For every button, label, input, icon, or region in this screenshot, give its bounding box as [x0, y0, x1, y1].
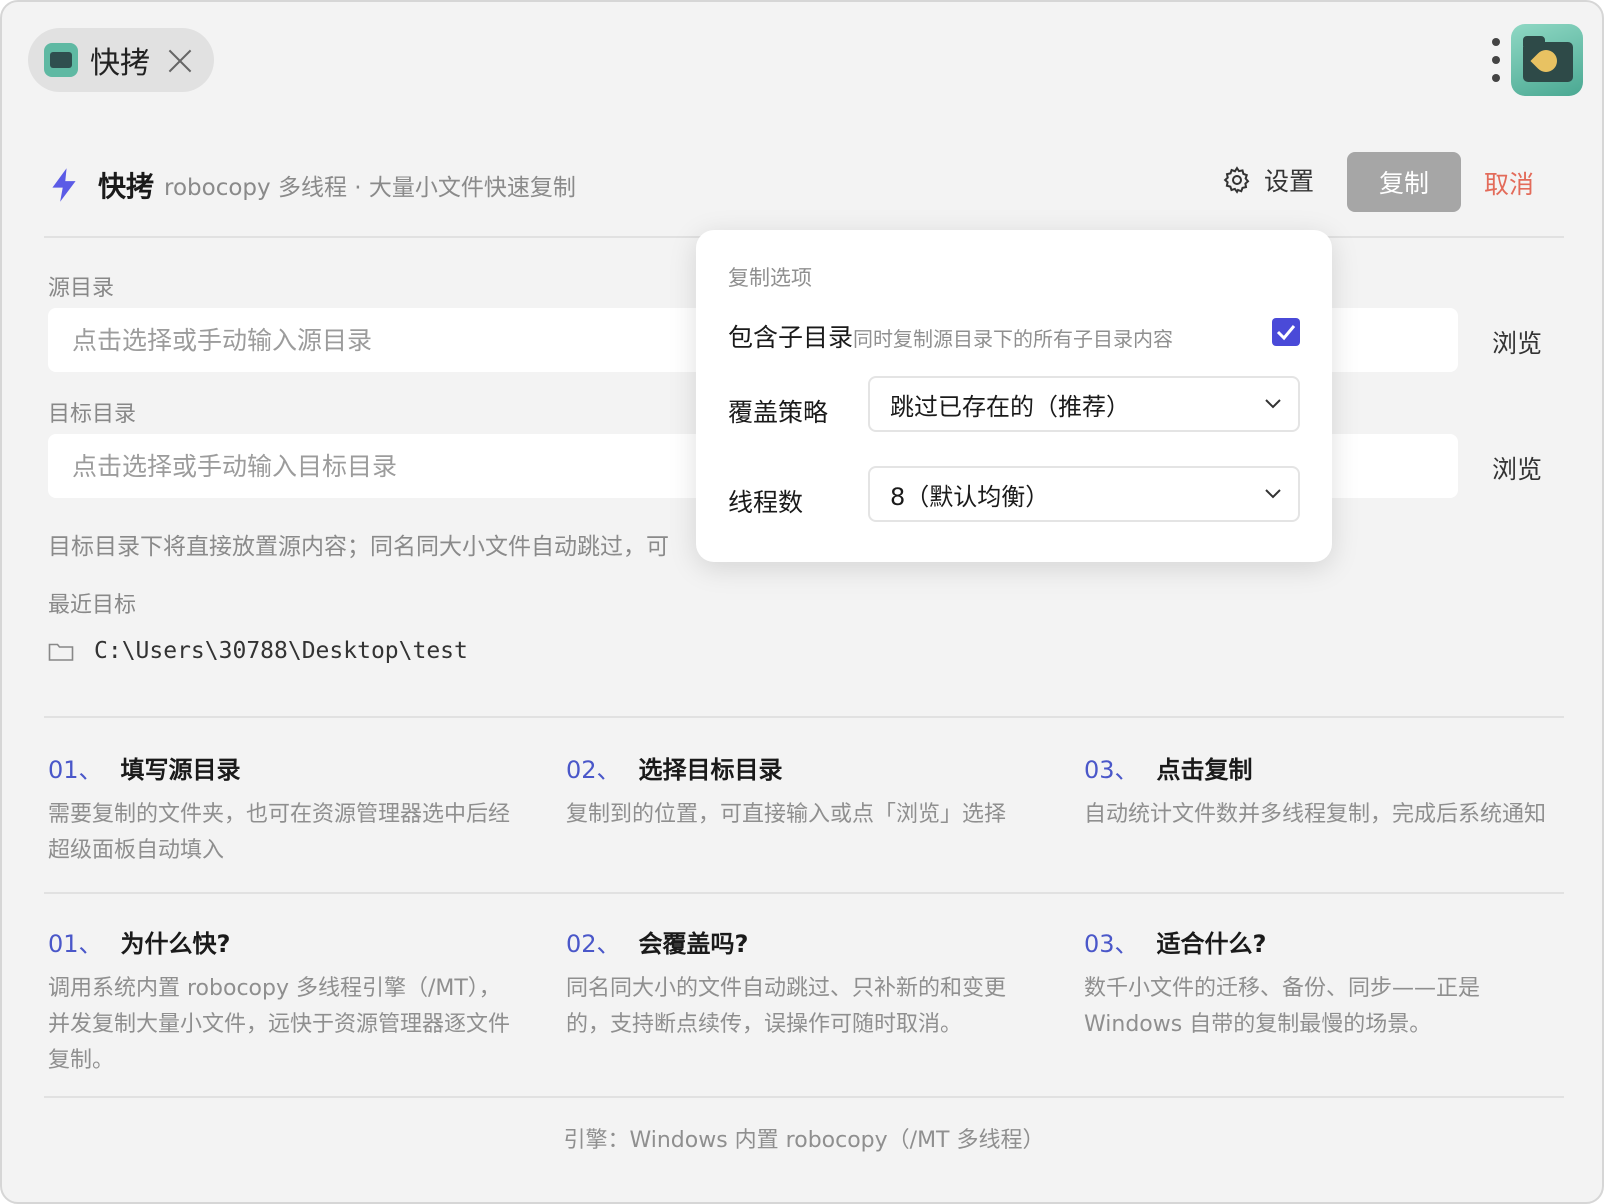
divider — [44, 1096, 1564, 1098]
overwrite-label: 覆盖策略 — [728, 398, 829, 427]
source-browse-button[interactable]: 浏览 — [1492, 324, 1542, 360]
recent-label: 最近目标 — [48, 593, 137, 618]
include-subdirs-checkbox[interactable] — [1272, 318, 1300, 346]
recent-target-item[interactable]: C:\Users\30788\Desktop\test — [48, 638, 468, 664]
cancel-button[interactable]: 取消 — [1484, 165, 1534, 201]
target-browse-button[interactable]: 浏览 — [1492, 450, 1542, 486]
faq-1: 01、 为什么快? 调用系统内置 robocopy 多线程引擎（/MT），并发复制… — [48, 930, 511, 1073]
more-menu-icon[interactable] — [1489, 38, 1503, 82]
step-3: 03、 点击复制 自动统计文件数并多线程复制，完成后系统通知 — [1084, 756, 1547, 827]
folder-icon — [48, 643, 74, 661]
page-title: 快拷 — [98, 170, 155, 203]
step-1: 01、 填写源目录 需要复制的文件夹，也可在资源管理器选中后经超级面板自动填入 — [48, 756, 511, 863]
include-subdirs-desc: 同时复制源目录下的所有子目录内容 — [853, 327, 1174, 351]
overwrite-select[interactable]: 跳过已存在的（推荐） — [868, 376, 1300, 432]
copy-options-popover: 复制选项 包含子目录 同时复制源目录下的所有子目录内容 覆盖策略 跳过已存在的（… — [696, 230, 1332, 562]
copy-button[interactable]: 复制 — [1347, 152, 1461, 212]
folder-rocket-icon — [44, 43, 78, 77]
divider — [44, 716, 1564, 718]
tab-title: 快拷 — [90, 46, 150, 81]
page-header: 快拷 robocopy 多线程 · 大量小文件快速复制 — [48, 160, 576, 210]
target-hint: 目标目录下将直接放置源内容；同名同大小文件自动跳过，可 — [48, 534, 669, 560]
page-subtitle: robocopy 多线程 · 大量小文件快速复制 — [164, 175, 576, 201]
faq-2: 02、 会覆盖吗? 同名同大小的文件自动跳过、只补新的和变更的，支持断点续传，误操… — [566, 930, 1007, 1037]
step-2: 02、 选择目标目录 复制到的位置，可直接输入或点「浏览」选择 — [566, 756, 1007, 827]
footer-engine-note: 引擎：Windows 内置 robocopy（/MT 多线程） — [563, 1128, 1045, 1153]
faq-3: 03、 适合什么? 数千小文件的迁移、备份、同步——正是 Windows 自带的复… — [1084, 930, 1481, 1037]
include-subdirs-label: 包含子目录 — [728, 323, 854, 352]
threads-label: 线程数 — [728, 488, 804, 517]
overwrite-value: 跳过已存在的（推荐） — [890, 392, 1130, 421]
settings-button[interactable]: 设置 — [1222, 162, 1314, 198]
gear-icon — [1223, 166, 1250, 194]
app-logo-icon[interactable] — [1511, 24, 1583, 96]
tab-kuaikao[interactable]: 快拷 — [28, 28, 214, 92]
popover-title: 复制选项 — [728, 266, 812, 290]
recent-target-path: C:\Users\30788\Desktop\test — [94, 638, 468, 664]
chevron-down-icon — [1265, 489, 1281, 499]
threads-select[interactable]: 8（默认均衡） — [868, 466, 1300, 522]
app-window: 快拷 快拷 robocopy 多线程 · 大量小文件快速复制 设置 复制 取消 … — [0, 0, 1604, 1204]
divider — [44, 892, 1564, 894]
lightning-icon — [52, 168, 76, 202]
close-icon[interactable] — [166, 46, 194, 74]
source-label: 源目录 — [48, 276, 115, 301]
chevron-down-icon — [1265, 399, 1281, 409]
target-label: 目标目录 — [48, 402, 137, 427]
threads-value: 8（默认均衡） — [890, 482, 1050, 511]
include-subdirs-row: 包含子目录 同时复制源目录下的所有子目录内容 — [728, 318, 1173, 354]
check-icon — [1276, 325, 1296, 341]
settings-label: 设置 — [1264, 167, 1315, 196]
